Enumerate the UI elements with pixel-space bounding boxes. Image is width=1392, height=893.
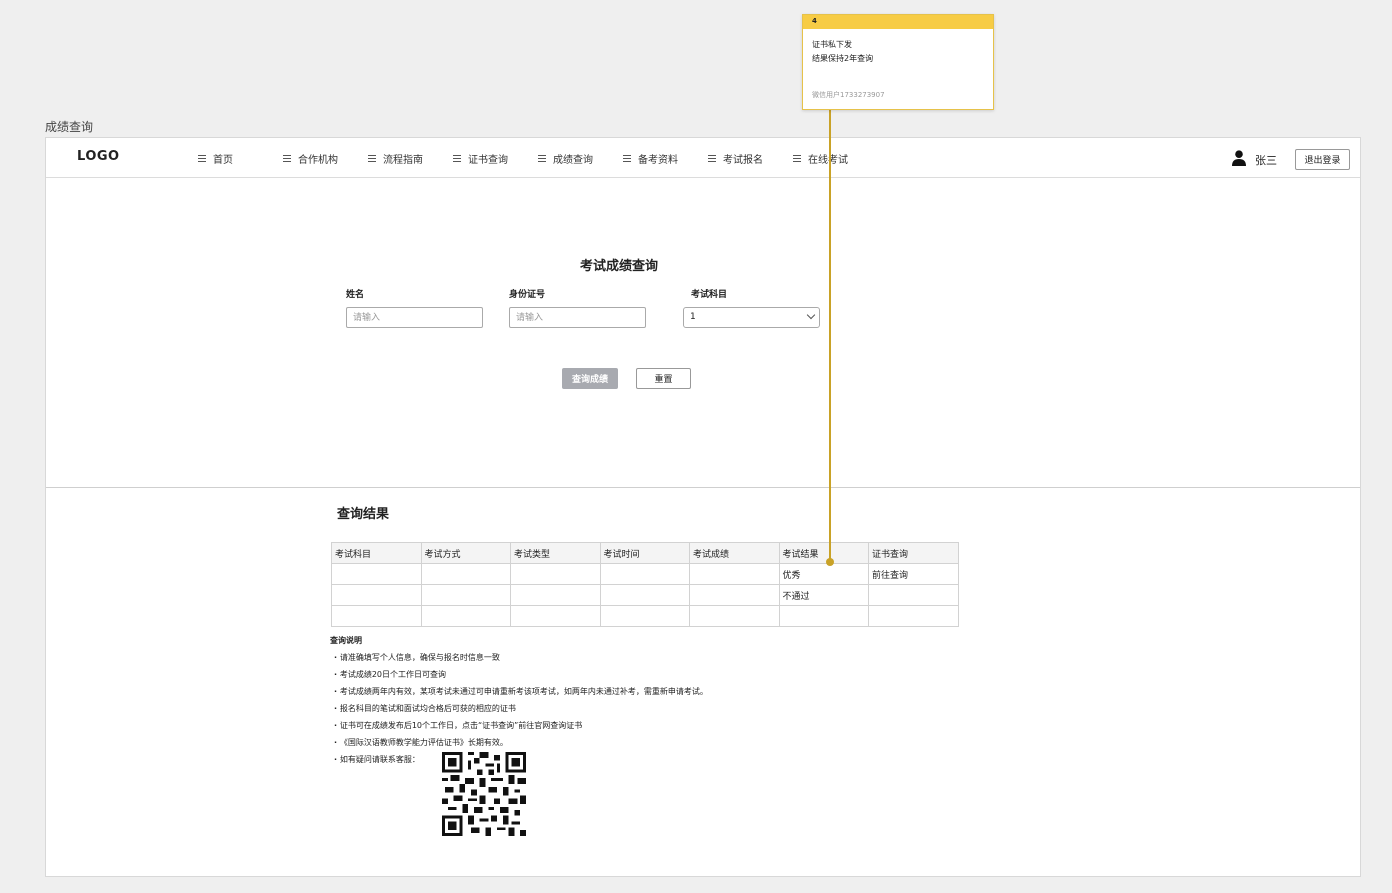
table-cell (331, 605, 422, 627)
annotation-connector-line (829, 110, 831, 562)
sticky-note-line: 结果保持2年查询 (812, 54, 874, 63)
main-nav: 首页 合作机构 流程指南 证书查询 成绩查询 备考资料 考试报名 在线考试 (198, 151, 878, 166)
table-row (331, 605, 959, 627)
note-item: 考试成绩两年内有效，某项考试未通过可申请重新考该项考试，如两年内未通过补考，需重… (330, 686, 708, 703)
nav-item-registration[interactable]: 考试报名 (708, 151, 793, 166)
sticky-note[interactable]: 4 证书私下发 结果保持2年查询 微信用户1733273907 (802, 14, 994, 110)
table-header-cell: 考试成绩 (689, 542, 780, 564)
table-cell (420, 605, 511, 627)
menu-icon (453, 155, 461, 162)
table-header-cell: 考试科目 (331, 542, 422, 564)
nav-item-scores[interactable]: 成绩查询 (538, 151, 623, 166)
query-form-section: 考试成绩查询 姓名 身份证号 考试科目 1 查询成绩 重置 (46, 179, 1360, 488)
nav-item-label: 流程指南 (383, 155, 423, 166)
table-cell (868, 584, 959, 606)
id-number-input[interactable] (509, 307, 646, 328)
nav-item-home[interactable]: 首页 (198, 151, 283, 166)
table-cell (599, 563, 690, 585)
table-header-cell: 证书查询 (868, 542, 959, 564)
table-row: 不通过 (331, 584, 959, 606)
top-header: LOGO 首页 合作机构 流程指南 证书查询 成绩查询 备考资料 考试报名 在线… (46, 138, 1360, 178)
nav-item-online-exam[interactable]: 在线考试 (793, 151, 878, 166)
table-cell (689, 605, 780, 627)
note-item: 报名科目的笔试和面试均合格后可获的相应的证书 (330, 703, 708, 720)
table-cell (599, 605, 690, 627)
nav-item-label: 在线考试 (808, 155, 848, 166)
sticky-note-number: 4 (803, 15, 993, 29)
logout-button[interactable]: 退出登录 (1295, 149, 1350, 170)
table-cell (510, 563, 601, 585)
menu-icon (198, 155, 206, 162)
table-cell (510, 584, 601, 606)
table-cell (599, 584, 690, 606)
notes-title: 查询说明 (330, 636, 362, 645)
table-cell (510, 605, 601, 627)
table-cell: 不通过 (778, 584, 869, 606)
table-cell (868, 605, 959, 627)
sticky-note-line: 证书私下发 (812, 40, 852, 49)
table-cell (420, 584, 511, 606)
table-header-cell: 考试结果 (778, 542, 869, 564)
table-cell (420, 563, 511, 585)
note-item: 请准确填写个人信息，确保与报名时信息一致 (330, 652, 708, 669)
table-cell (689, 563, 780, 585)
form-title: 考试成绩查询 (579, 259, 658, 274)
menu-icon (283, 155, 291, 162)
table-cell (331, 563, 422, 585)
nav-item-label: 合作机构 (298, 155, 338, 166)
menu-icon (368, 155, 376, 162)
nav-item-materials[interactable]: 备考资料 (623, 151, 708, 166)
table-header-cell: 考试方式 (420, 542, 511, 564)
table-cell (331, 584, 422, 606)
table-row: 优秀 前往查询 (331, 563, 959, 585)
table-header-row: 考试科目 考试方式 考试类型 考试时间 考试成绩 考试结果 证书查询 (331, 542, 959, 564)
id-number-label: 身份证号 (509, 290, 546, 300)
table-cell (689, 584, 780, 606)
reset-button[interactable]: 重置 (636, 368, 691, 389)
subject-label: 考试科目 (691, 290, 728, 300)
query-notes: 查询说明 请准确填写个人信息，确保与报名时信息一致 考试成绩20日个工作日可查询… (330, 635, 708, 771)
certificate-link[interactable]: 前往查询 (868, 563, 959, 585)
menu-icon (708, 155, 716, 162)
nav-item-label: 首页 (213, 155, 233, 166)
query-button[interactable]: 查询成绩 (562, 368, 618, 389)
menu-icon (793, 155, 801, 162)
table-header-cell: 考试类型 (510, 542, 601, 564)
nav-item-label: 备考资料 (638, 155, 678, 166)
note-item: 考试成绩20日个工作日可查询 (330, 669, 708, 686)
note-item: 证书可在成绩发布后10个工作日，点击“证书查询”前往官网查询证书 (330, 720, 708, 737)
nav-item-label: 证书查询 (468, 155, 508, 166)
page-label: 成绩查询 (45, 120, 94, 134)
user-icon[interactable] (1232, 150, 1246, 166)
nav-item-label: 成绩查询 (553, 155, 593, 166)
results-title: 查询结果 (337, 507, 390, 522)
menu-icon (623, 155, 631, 162)
app-frame: LOGO 首页 合作机构 流程指南 证书查询 成绩查询 备考资料 考试报名 在线… (45, 137, 1361, 877)
menu-icon (538, 155, 546, 162)
nav-item-partners[interactable]: 合作机构 (283, 151, 368, 166)
subject-select[interactable]: 1 (683, 307, 820, 328)
user-name[interactable]: 张三 (1255, 152, 1277, 168)
results-table: 考试科目 考试方式 考试类型 考试时间 考试成绩 考试结果 证书查询 优秀 前往… (331, 542, 959, 627)
qr-code-image (442, 752, 526, 836)
nav-item-label: 考试报名 (723, 155, 763, 166)
name-label: 姓名 (346, 290, 365, 300)
table-cell: 优秀 (778, 563, 869, 585)
table-header-cell: 考试时间 (599, 542, 690, 564)
logo: LOGO (77, 149, 120, 164)
subject-select-value: 1 (690, 312, 696, 322)
table-cell (778, 605, 869, 627)
name-input[interactable] (346, 307, 483, 328)
chevron-down-icon (806, 310, 816, 320)
nav-item-guide[interactable]: 流程指南 (368, 151, 453, 166)
sticky-note-author: 微信用户1733273907 (812, 91, 885, 99)
annotation-anchor-dot (826, 558, 834, 566)
nav-item-certificate[interactable]: 证书查询 (453, 151, 538, 166)
